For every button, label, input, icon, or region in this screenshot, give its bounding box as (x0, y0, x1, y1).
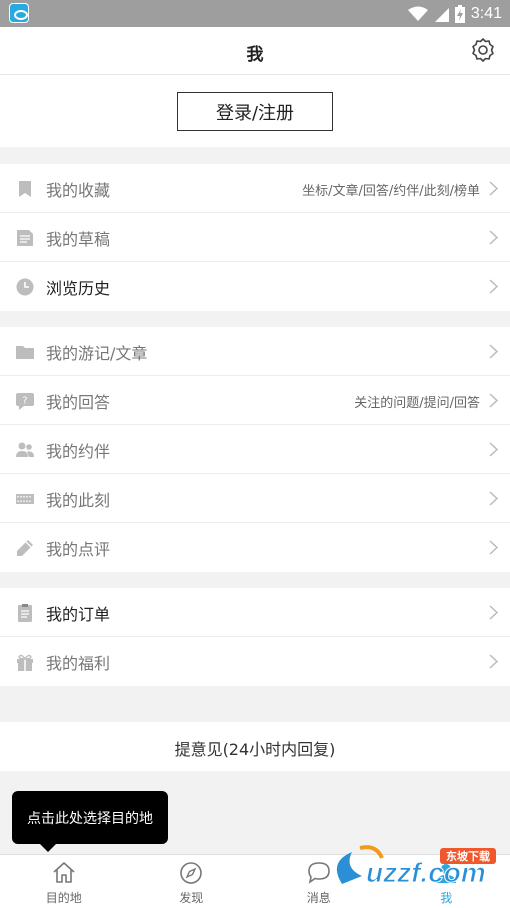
login-register-button[interactable]: 登录/注册 (177, 92, 333, 131)
bookmark-icon (19, 181, 31, 197)
svg-text:?: ? (22, 396, 27, 407)
pencil-icon (17, 540, 33, 556)
film-strip-icon (16, 494, 34, 504)
chevron-right-icon (489, 181, 498, 196)
menu-item-history[interactable]: 浏览历史 (0, 262, 510, 311)
tab-label: 目的地 (45, 891, 82, 905)
menu-item-travelogues[interactable]: 我的游记/文章 (0, 327, 510, 376)
status-bar: 3:41 (0, 0, 510, 27)
compass-icon (180, 862, 203, 884)
menu-item-moments[interactable]: 我的此刻 (0, 474, 510, 523)
menu-item-label: 我的游记/文章 (46, 344, 148, 363)
menu-item-label: 我的草稿 (46, 230, 111, 249)
menu-item-label: 我的收藏 (46, 181, 111, 200)
chevron-right-icon (489, 491, 498, 506)
menu-item-label: 我的点评 (46, 540, 111, 559)
question-bubble-icon: ? (16, 393, 34, 410)
clock: 3:41 (470, 4, 502, 22)
svg-text:东坡下载: 东坡下载 (446, 849, 490, 863)
settings-gear-icon[interactable] (470, 37, 496, 63)
battery-charging-icon (454, 4, 465, 23)
chevron-right-icon (489, 344, 498, 359)
login-section: 登录/注册 (0, 75, 510, 147)
tab-destination[interactable]: 目的地 (0, 855, 128, 908)
top-bar: 我 (0, 27, 510, 75)
page-title: 我 (246, 45, 264, 65)
people-icon (16, 442, 34, 457)
menu-item-label: 我的福利 (46, 654, 111, 673)
chat-icon (307, 862, 330, 884)
clipboard-icon (18, 604, 32, 622)
menu-item-favorites[interactable]: 我的收藏 坐标/文章/回答/约伴/此刻/榜单 (0, 164, 510, 213)
menu-item-label: 我的订单 (46, 605, 111, 624)
menu-item-orders[interactable]: 我的订单 (0, 588, 510, 637)
tab-discover[interactable]: 发现 (128, 855, 256, 908)
feedback-label: 提意见(24小时内回复) (174, 740, 336, 759)
folder-icon (16, 346, 34, 359)
menu-item-hint: 关注的问题/提问/回答 (354, 396, 480, 411)
menu-group-1: 我的收藏 坐标/文章/回答/约伴/此刻/榜单 我的草稿 浏览历史 (0, 164, 510, 311)
watermark-logo: uzzf.com 东坡下载 (336, 845, 496, 889)
menu-item-label: 我的回答 (46, 393, 111, 412)
menu-item-benefits[interactable]: 我的福利 (0, 637, 510, 686)
menu-item-companions[interactable]: 我的约伴 (0, 425, 510, 474)
chevron-right-icon (489, 279, 498, 294)
menu-item-reviews[interactable]: 我的点评 (0, 523, 510, 572)
document-icon (17, 230, 33, 246)
tooltip-text: 点击此处选择目的地 (27, 810, 153, 827)
menu-item-drafts[interactable]: 我的草稿 (0, 213, 510, 262)
menu-group-2: 我的游记/文章 ? 我的回答 关注的问题/提问/回答 我的约伴 我的此刻 我的点… (0, 327, 510, 572)
menu-item-label: 我的此刻 (46, 491, 111, 510)
home-icon (53, 862, 75, 883)
gift-icon (17, 654, 33, 671)
clock-icon (16, 278, 34, 296)
signal-icon (434, 7, 449, 22)
menu-item-label: 我的约伴 (46, 442, 111, 461)
chevron-right-icon (489, 393, 498, 408)
app-notification-icon (9, 3, 29, 23)
tab-label: 发现 (179, 891, 204, 905)
feedback-button[interactable]: 提意见(24小时内回复) (0, 722, 510, 771)
destination-tooltip: 点击此处选择目的地 (12, 791, 168, 852)
menu-item-label: 浏览历史 (46, 279, 111, 298)
chevron-right-icon (489, 540, 498, 555)
menu-item-hint: 坐标/文章/回答/约伴/此刻/榜单 (302, 184, 480, 199)
wifi-icon (407, 6, 428, 21)
system-indicators: 3:41 (407, 3, 502, 24)
menu-item-answers[interactable]: ? 我的回答 关注的问题/提问/回答 (0, 376, 510, 425)
chevron-right-icon (489, 605, 498, 620)
chevron-right-icon (489, 442, 498, 457)
chevron-right-icon (489, 230, 498, 245)
chevron-right-icon (489, 654, 498, 669)
menu-group-3: 我的订单 我的福利 (0, 588, 510, 686)
